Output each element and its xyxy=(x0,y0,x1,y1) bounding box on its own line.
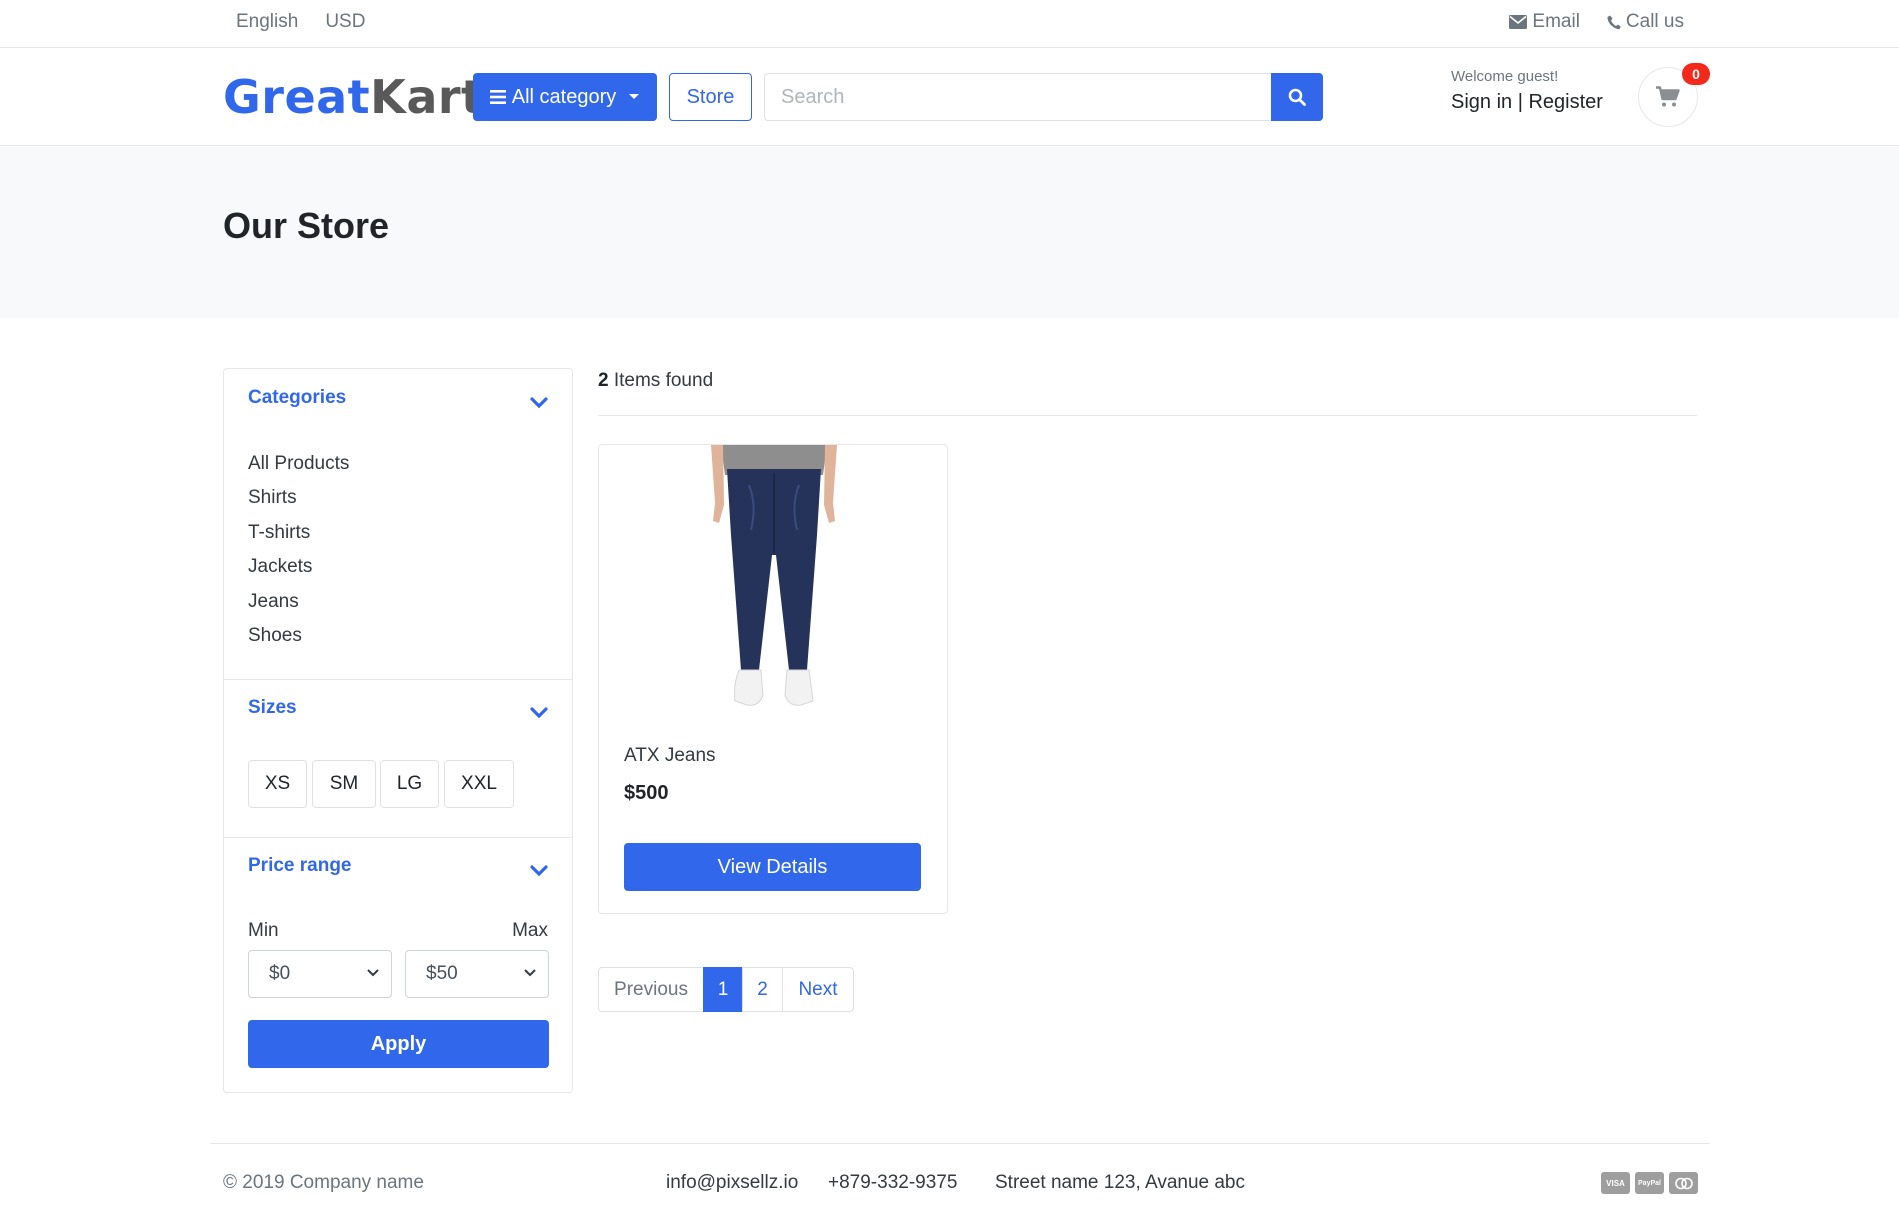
logo-part-kart: Kart xyxy=(370,70,484,124)
copyright: © 2019 Company name xyxy=(223,1172,424,1193)
chevron-down-icon[interactable] xyxy=(530,397,548,409)
category-item-jackets[interactable]: Jackets xyxy=(248,550,349,584)
max-price-value: $50 xyxy=(426,963,458,984)
contact-links: Email Call us xyxy=(1509,11,1684,33)
category-item-t-shirts[interactable]: T-shirts xyxy=(248,516,349,550)
search-bar xyxy=(764,73,1323,121)
search-input[interactable] xyxy=(764,73,1271,121)
payment-methods: VISA PayPal xyxy=(1601,1172,1698,1194)
visa-icon: VISA xyxy=(1601,1172,1630,1194)
product-image[interactable] xyxy=(709,445,839,721)
call-link[interactable]: Call us xyxy=(1607,11,1684,33)
max-price-select[interactable]: $50 xyxy=(405,950,549,998)
hamburger-icon xyxy=(489,90,506,104)
top-bar: English USD Email Call us xyxy=(0,0,1899,48)
email-label: Email xyxy=(1532,11,1580,32)
footer-divider xyxy=(210,1143,1710,1144)
category-list: All Products Shirts T-shirts Jackets Jea… xyxy=(248,447,349,653)
page-title: Our Store xyxy=(223,205,390,246)
footer-address: Street name 123, Avanue abc xyxy=(995,1172,1245,1193)
pagination: Previous 1 2 Next xyxy=(598,967,854,1012)
size-option-lg[interactable]: LG xyxy=(380,760,439,808)
currency-selector[interactable]: USD xyxy=(325,11,365,33)
sizes-toggle[interactable]: Sizes xyxy=(248,697,297,719)
size-option-sm[interactable]: SM xyxy=(312,760,376,808)
all-category-button[interactable]: All category xyxy=(473,73,657,121)
results-count: 2 Items found xyxy=(598,370,713,392)
paypal-icon: PayPal xyxy=(1635,1172,1664,1194)
price-range-toggle[interactable]: Price range xyxy=(248,855,352,877)
size-option-xs[interactable]: XS xyxy=(248,760,307,808)
product-card: ATX Jeans $500 View Details xyxy=(598,444,948,914)
apply-button[interactable]: Apply xyxy=(248,1020,549,1068)
chevron-down-icon[interactable] xyxy=(530,865,548,877)
categories-toggle[interactable]: Categories xyxy=(248,387,346,409)
all-category-label: All category xyxy=(511,85,617,108)
category-item-all-products[interactable]: All Products xyxy=(248,447,349,481)
category-item-shirts[interactable]: Shirts xyxy=(248,481,349,515)
search-button[interactable] xyxy=(1271,73,1323,121)
pagination-page-2[interactable]: 2 xyxy=(742,967,783,1012)
size-option-xxl[interactable]: XXL xyxy=(444,760,514,808)
chevron-down-icon[interactable] xyxy=(530,707,548,719)
pagination-next[interactable]: Next xyxy=(782,967,854,1012)
register-link[interactable]: Register xyxy=(1528,91,1602,113)
chevron-down-icon xyxy=(367,969,379,977)
filter-divider xyxy=(224,679,572,680)
results-divider xyxy=(598,415,1697,416)
store-button[interactable]: Store xyxy=(669,73,752,121)
caret-down-icon xyxy=(629,94,640,99)
results-count-number: 2 xyxy=(598,370,609,391)
product-price: $500 xyxy=(624,782,669,804)
min-price-select[interactable]: $0 xyxy=(248,950,392,998)
view-details-button[interactable]: View Details xyxy=(624,843,921,891)
email-link[interactable]: Email xyxy=(1509,11,1580,33)
product-name[interactable]: ATX Jeans xyxy=(624,745,716,767)
pagination-page-1[interactable]: 1 xyxy=(703,967,743,1012)
sign-in-link[interactable]: Sign in xyxy=(1451,91,1512,113)
mastercard-icon xyxy=(1669,1172,1698,1194)
welcome-text: Welcome guest! xyxy=(1451,68,1559,85)
min-label: Min xyxy=(248,920,279,941)
auth-links: Sign in | Register xyxy=(1451,91,1603,114)
chevron-down-icon xyxy=(524,969,536,977)
call-label: Call us xyxy=(1625,11,1684,32)
max-label: Max xyxy=(512,920,548,941)
pagination-previous[interactable]: Previous xyxy=(598,967,704,1012)
phone-icon xyxy=(1607,15,1621,29)
logo[interactable]: GreatKart xyxy=(223,70,484,124)
filter-sidebar: Categories All Products Shirts T-shirts … xyxy=(223,368,573,1093)
min-price-value: $0 xyxy=(269,963,291,984)
category-item-shoes[interactable]: Shoes xyxy=(248,619,349,653)
shopping-cart-icon xyxy=(1656,86,1680,107)
search-icon xyxy=(1288,88,1306,106)
footer-phone[interactable]: +879-332-9375 xyxy=(828,1172,957,1194)
envelope-icon xyxy=(1509,15,1528,29)
cart-count-badge: 0 xyxy=(1682,63,1710,85)
filter-divider xyxy=(224,837,572,838)
logo-part-great: Great xyxy=(223,70,371,124)
auth-separator: | xyxy=(1517,91,1523,113)
language-selector[interactable]: English xyxy=(236,11,298,33)
locale-switcher: English USD xyxy=(236,11,365,33)
category-item-jeans[interactable]: Jeans xyxy=(248,585,349,619)
footer-email[interactable]: info@pixsellz.io xyxy=(666,1172,798,1194)
results-count-text: Items found xyxy=(613,370,714,391)
